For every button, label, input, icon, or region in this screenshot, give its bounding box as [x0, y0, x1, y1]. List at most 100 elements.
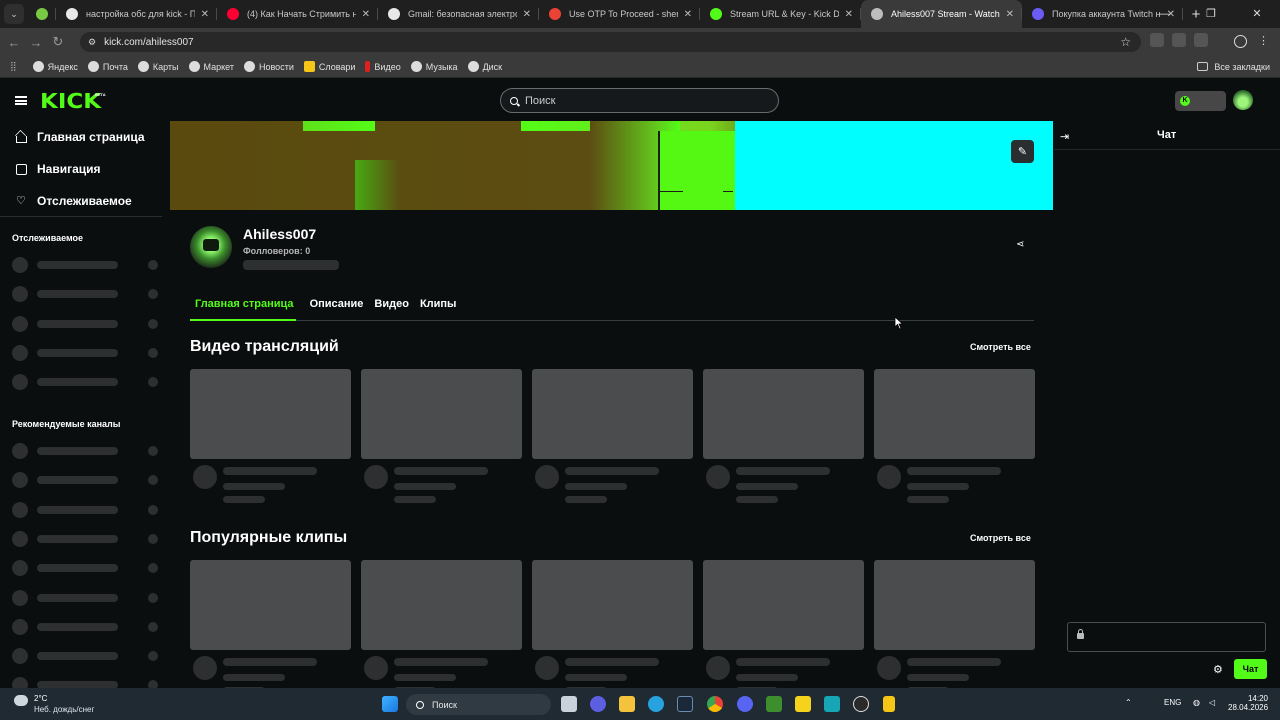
extension-icon[interactable] [1194, 33, 1208, 47]
file-explorer-icon[interactable] [619, 696, 635, 712]
tab-about[interactable]: Описание [310, 298, 364, 310]
browser-tab[interactable]: Stream URL & Key - Kick Dash ✕ [700, 0, 861, 28]
taskbar-search[interactable]: Поиск [406, 694, 551, 715]
back-button[interactable]: ← [3, 35, 25, 50]
video-card-placeholder[interactable] [361, 560, 522, 694]
language-indicator[interactable]: ENG [1164, 698, 1181, 707]
maximize-button[interactable]: ❐ [1188, 0, 1234, 28]
steam-icon[interactable] [677, 696, 693, 712]
video-card-placeholder[interactable] [874, 369, 1035, 503]
telegram-icon[interactable] [648, 696, 664, 712]
address-bar[interactable]: ⚙ kick.com/ahiless007 ☆ [80, 32, 1141, 52]
discord-icon[interactable] [737, 696, 753, 712]
bookmark-item[interactable]: Карты [137, 61, 179, 72]
minimize-button[interactable]: — [1142, 0, 1188, 28]
chat-send-button[interactable]: Чат [1234, 659, 1267, 679]
extension-icon[interactable] [1172, 33, 1186, 47]
tab-clips[interactable]: Клипы [420, 298, 457, 310]
bookmark-item[interactable]: Диск [467, 61, 502, 72]
copilot-icon[interactable] [590, 696, 606, 712]
chat-settings-icon[interactable]: ⚙ [1213, 663, 1223, 676]
video-card-placeholder[interactable] [190, 369, 351, 503]
browser-tab[interactable]: Use OTP To Proceed - sherbic ✕ [539, 0, 700, 28]
apps-grid-icon[interactable]: ⣿ [10, 61, 17, 72]
video-card-placeholder[interactable] [703, 369, 864, 503]
app-icon[interactable] [824, 696, 840, 712]
video-card-placeholder[interactable] [532, 369, 693, 503]
tab-search-button[interactable]: ⌄ [4, 4, 24, 24]
volume-icon[interactable]: ◁ [1209, 698, 1215, 707]
sidebar-item-following[interactable]: ♡ Отслеживаемое [16, 194, 132, 208]
bookmark-star-icon[interactable]: ☆ [1120, 35, 1131, 49]
see-all-videos-link[interactable]: Смотреть все [970, 342, 1031, 352]
close-tab-icon[interactable]: ✕ [523, 9, 531, 20]
tab-videos[interactable]: Видео [374, 298, 409, 310]
folder-icon [1197, 62, 1209, 71]
tab-favicon-icon [227, 8, 239, 20]
thumbnail-placeholder [361, 369, 522, 459]
menu-icon[interactable] [15, 96, 27, 105]
site-info-icon[interactable]: ⚙ [88, 37, 96, 48]
browser-tab[interactable]: настройка обс для kick - Пои ✕ [56, 0, 217, 28]
bookmark-item[interactable]: Новости [244, 61, 294, 72]
browser-tab[interactable]: (4) Как Начать Стримить на Ki ✕ [217, 0, 378, 28]
sidebar-item-navigation[interactable]: Навигация [16, 162, 101, 176]
search-input[interactable]: Поиск [500, 88, 779, 113]
user-avatar[interactable] [1233, 90, 1253, 110]
video-card-placeholder[interactable] [874, 560, 1035, 694]
minecraft-icon[interactable] [766, 696, 782, 712]
chat-message-input[interactable] [1067, 622, 1266, 652]
share-icon[interactable]: ⋖ [1016, 239, 1024, 250]
see-all-clips-link[interactable]: Смотреть все [970, 533, 1031, 543]
bookmark-icon [87, 61, 99, 72]
close-tab-icon[interactable]: ✕ [845, 9, 853, 20]
sidebar-item-home[interactable]: Главная страница [16, 130, 145, 144]
extension-icon[interactable] [1150, 33, 1164, 47]
bookmark-item[interactable]: Маркет [188, 61, 234, 72]
video-card-placeholder[interactable] [361, 369, 522, 503]
kick-points-button[interactable]: K [1175, 91, 1226, 111]
browser-menu-icon[interactable]: ⋮ [1258, 34, 1269, 47]
kick-logo[interactable]: KICK [40, 89, 101, 113]
profile-icon[interactable] [1234, 35, 1247, 48]
browser-tab[interactable] [28, 0, 56, 28]
weather-icon[interactable] [14, 695, 28, 706]
close-tab-icon[interactable]: ✕ [362, 9, 370, 20]
chrome-icon[interactable] [707, 696, 723, 712]
window-controls: — ❐ ✕ [1142, 0, 1280, 28]
forward-button[interactable]: → [25, 35, 47, 50]
video-card-placeholder[interactable] [703, 560, 864, 694]
start-icon[interactable] [382, 696, 398, 712]
browser-tab[interactable]: Ahiless007 Stream - Watch Liv ✕ [861, 0, 1022, 28]
close-window-button[interactable]: ✕ [1234, 0, 1280, 28]
tab-favicon-icon [66, 8, 78, 20]
reload-button[interactable]: ↻ [47, 34, 69, 50]
bookmark-item[interactable]: Словари [303, 61, 355, 72]
tray-chevron-icon[interactable]: ⌃ [1125, 698, 1132, 707]
all-bookmarks-label: Все закладки [1214, 61, 1270, 72]
close-tab-icon[interactable]: ✕ [1006, 9, 1014, 20]
network-icon[interactable]: ◍ [1193, 698, 1200, 707]
channel-avatar[interactable] [190, 226, 232, 268]
beta-badge: BETA [95, 92, 106, 97]
app-icon[interactable] [795, 696, 811, 712]
bookmark-item[interactable]: Музыка [410, 61, 458, 72]
close-tab-icon[interactable]: ✕ [684, 9, 692, 20]
all-bookmarks[interactable]: Все закладки [1197, 62, 1270, 72]
video-card-placeholder[interactable] [190, 560, 351, 694]
collapse-chat-icon[interactable]: ⇥ [1060, 130, 1069, 143]
tab-title: Use OTP To Proceed - sherbic [569, 9, 678, 19]
app-icon[interactable] [883, 696, 895, 712]
close-tab-icon[interactable]: ✕ [201, 9, 209, 20]
bookmark-item[interactable]: Видео [365, 61, 401, 72]
bookmark-item[interactable]: Яндекс [32, 61, 78, 72]
tab-home[interactable]: Главная страница [190, 298, 299, 310]
video-card-placeholder[interactable] [532, 560, 693, 694]
bookmarks-bar: ⣿ Яндекс Почта Карты Маркет Новости Словари Ви… [0, 56, 1280, 78]
browser-tab[interactable]: Gmail: безопасная электронн ✕ [378, 0, 539, 28]
taskbar-clock[interactable]: 14:20 28.04.2026 [1228, 694, 1268, 712]
edit-banner-button[interactable]: ✎ [1011, 140, 1034, 163]
obs-icon[interactable] [853, 696, 869, 712]
task-view-icon[interactable] [561, 696, 577, 712]
bookmark-item[interactable]: Почта [87, 61, 128, 72]
